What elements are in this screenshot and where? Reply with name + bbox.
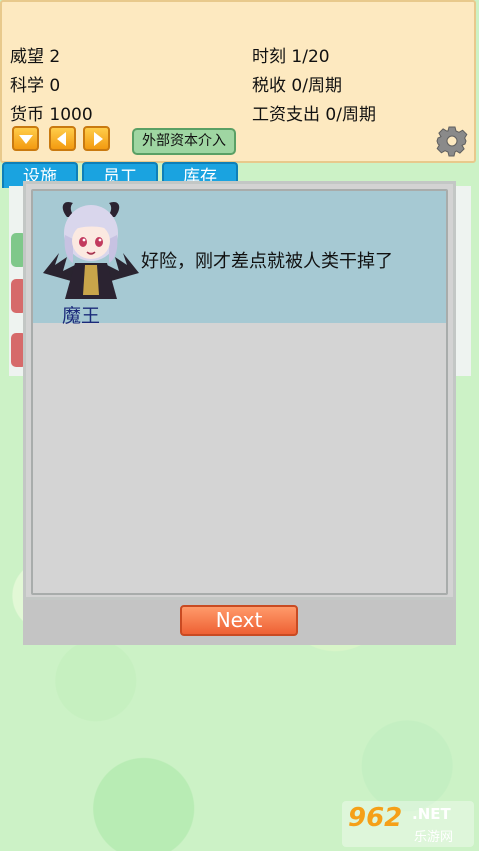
dialog-frame: 魔王 好险，刚才差点就被人类干掉了: [31, 189, 448, 595]
watermark-net: .NET: [412, 805, 451, 823]
demon-king-portrait: [43, 201, 139, 299]
watermark-number: 962: [348, 803, 403, 833]
speaker-band: 魔王 好险，刚才差点就被人类干掉了: [33, 191, 446, 327]
time-stat: 时刻 1/20: [252, 47, 330, 67]
watermark-site: 乐游网: [414, 830, 454, 845]
status-header: 威望 2 科学 0 货币 1000 时刻 1/20 税收 0/周期 工资支出 0…: [0, 0, 476, 163]
previous-button[interactable]: [49, 126, 76, 151]
next-button[interactable]: Next: [180, 605, 298, 636]
currency-stat: 货币 1000: [10, 105, 93, 125]
wages-stat: 工资支出 0/周期: [252, 105, 376, 125]
tax-stat: 税收 0/周期: [252, 76, 342, 96]
science-stat: 科学 0: [10, 76, 61, 96]
next-page-button[interactable]: [83, 126, 110, 151]
external-capital-button[interactable]: 外部资本介入: [132, 128, 236, 155]
dialog-box: 魔王 好险，刚才差点就被人类干掉了: [23, 181, 456, 600]
prestige-stat: 威望 2: [10, 47, 61, 67]
gear-icon[interactable]: [436, 125, 468, 157]
speaker-name: 魔王: [62, 305, 101, 327]
site-watermark: 962 .NET 乐游网: [342, 801, 474, 847]
collapse-button[interactable]: [12, 126, 39, 151]
dialog-text: 好险，刚才差点就被人类干掉了: [141, 251, 393, 272]
